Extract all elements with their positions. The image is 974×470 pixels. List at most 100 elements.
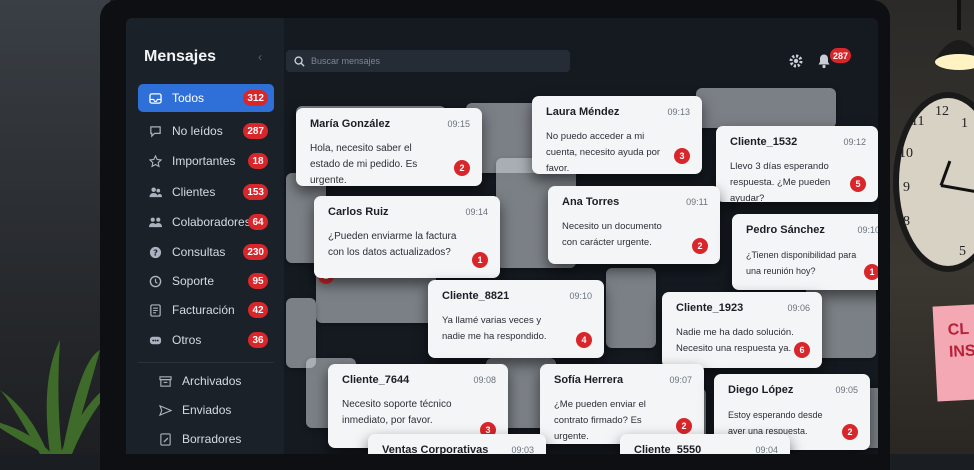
sidebar-item-label: Clientes (172, 185, 216, 199)
message-card[interactable]: Cliente_8821 09:10 Ya llamé varias veces… (428, 280, 604, 358)
sidebar-item-todos[interactable]: Todos 312 (138, 84, 274, 112)
sidebar-item-label: Facturación (172, 303, 235, 317)
count-badge: 36 (248, 332, 268, 348)
sender-name: Cliente_7644 (342, 374, 410, 386)
sidebar-item-clientes[interactable]: Clientes 153 (138, 178, 274, 206)
sidebar-item-borradores[interactable]: Borradores (138, 425, 274, 453)
message-time: 09:12 (843, 137, 866, 147)
app-window: Mensajes ‹ Todos 312 No leídos 287 Impor… (126, 18, 878, 454)
message-preview: No puedo acceder a mi cuenta, necesito a… (546, 131, 661, 174)
sender-name: Cliente_8821 (442, 290, 510, 302)
message-preview: Necesito un documento con carácter urgen… (562, 221, 662, 248)
sidebar-item-label: Consultas (172, 245, 226, 259)
team-icon (148, 215, 162, 229)
message-time: 09:15 (447, 119, 470, 129)
unread-badge: 2 (692, 238, 708, 254)
count-badge: 312 (243, 90, 268, 106)
message-card[interactable]: Laura Méndez 09:13 No puedo acceder a mi… (532, 96, 702, 174)
sidebar-divider (138, 362, 274, 363)
count-badge: 42 (248, 302, 268, 318)
more-icon (148, 333, 162, 347)
message-time: 09:13 (667, 107, 690, 117)
message-card[interactable]: Ana Torres 09:11 Necesito un documento c… (548, 186, 720, 264)
message-card[interactable]: Sofía Herrera 09:07 ¿Me pueden enviar el… (540, 364, 704, 444)
message-time: 09:08 (473, 375, 496, 385)
sidebar-item-facturacion[interactable]: Facturación 42 (138, 296, 274, 324)
sender-name: Ventas Corporativas (382, 444, 489, 454)
sidebar-title: Mensajes (144, 48, 217, 65)
message-time: 09:05 (835, 385, 858, 395)
message-time: 09:14 (465, 207, 488, 217)
count-badge: 18 (248, 153, 268, 169)
chat-icon (148, 124, 162, 138)
message-preview: Hola, necesito saber el estado de mi ped… (310, 143, 418, 186)
inbox-icon (148, 91, 162, 105)
count-badge: 64 (248, 214, 268, 230)
background-card (606, 268, 656, 348)
sender-name: Ana Torres (562, 196, 620, 208)
sidebar-item-label: Enviados (182, 403, 232, 417)
message-preview: Necesito soporte técnico inmediato, por … (342, 399, 452, 426)
search-icon (294, 55, 305, 67)
search-input[interactable]: Buscar mensajes (286, 50, 570, 72)
message-preview: Nadie me ha dado solución. Necesito una … (676, 327, 794, 354)
message-card[interactable]: María González 09:15 Hola, necesito sabe… (296, 108, 482, 186)
sidebar-item-colaboradores[interactable]: Colaboradores 64 (138, 208, 274, 236)
unread-badge: 1 (864, 264, 878, 280)
sidebar-item-label: Borradores (182, 432, 242, 446)
message-preview: ¿Pueden enviarme la factura con los dato… (328, 231, 457, 258)
archive-icon (158, 374, 172, 388)
count-badge: 153 (243, 184, 268, 200)
sidebar: Mensajes ‹ Todos 312 No leídos 287 Impor… (126, 18, 284, 454)
sidebar-item-consultas[interactable]: ? Consultas 230 (138, 238, 274, 266)
message-time: 09:10 (857, 225, 878, 235)
message-preview: Llevo 3 días esperando respuesta. ¿Me pu… (730, 161, 831, 204)
message-time: 09:03 (511, 445, 534, 454)
sidebar-item-label: Colaboradores (172, 215, 251, 229)
background-card (696, 88, 836, 128)
sidebar-item-enviados[interactable]: Enviados (138, 396, 274, 424)
message-card[interactable]: Cliente_1532 09:12 Llevo 3 días esperand… (716, 126, 878, 204)
sidebar-item-archivados[interactable]: Archivados (138, 367, 274, 395)
unread-badge: 4 (576, 332, 592, 348)
count-badge: 230 (243, 244, 268, 260)
sidebar-item-label: Archivados (182, 374, 242, 388)
sidebar-item-no-leidos[interactable]: No leídos 287 (138, 117, 274, 145)
sender-name: María González (310, 118, 391, 130)
unread-badge: 3 (674, 148, 690, 164)
message-time: 09:04 (755, 445, 778, 454)
count-badge: 95 (248, 273, 268, 289)
send-icon (158, 403, 172, 417)
message-card[interactable]: Cliente_5550 09:04 (620, 434, 790, 454)
sidebar-item-soporte[interactable]: Soporte 95 (138, 267, 274, 295)
message-card[interactable]: Carlos Ruiz 09:14 ¿Pueden enviarme la fa… (314, 196, 500, 278)
sidebar-item-label: Importantes (172, 154, 236, 168)
message-card[interactable]: Pedro Sánchez 09:10 ¿Tienen disponibilid… (732, 214, 878, 290)
gear-icon[interactable] (788, 53, 804, 69)
collapse-icon[interactable]: ‹ (258, 50, 262, 64)
svg-text:?: ? (153, 247, 158, 257)
message-card[interactable]: Ventas Corporativas 09:03 (368, 434, 546, 454)
message-card[interactable]: Cliente_1923 09:06 Nadie me ha dado solu… (662, 292, 822, 368)
unread-badge: 6 (794, 342, 810, 358)
count-badge: 287 (243, 123, 268, 139)
message-time: 09:10 (569, 291, 592, 301)
notification-badge: 287 (830, 48, 852, 63)
message-pile: 2 María González 09:15 Hola, necesito sa… (286, 88, 878, 454)
sidebar-item-label: No leídos (172, 124, 223, 138)
sticky-note: CL INS (932, 303, 974, 402)
unread-badge: 2 (454, 160, 470, 176)
message-preview: ¿Tienen disponibilidad para una reunión … (746, 250, 857, 276)
draft-icon (158, 432, 172, 446)
sidebar-item-importantes[interactable]: Importantes 18 (138, 147, 274, 175)
support-icon (148, 274, 162, 288)
search-placeholder: Buscar mensajes (311, 56, 381, 66)
sender-name: Carlos Ruiz (328, 206, 389, 218)
star-icon (148, 154, 162, 168)
message-time: 09:11 (686, 197, 708, 207)
sidebar-item-otros[interactable]: Otros 36 (138, 326, 274, 354)
sidebar-item-label: Todos (172, 91, 205, 105)
lamp-icon (935, 0, 974, 70)
question-icon: ? (148, 245, 162, 259)
unread-badge: 1 (472, 252, 488, 268)
